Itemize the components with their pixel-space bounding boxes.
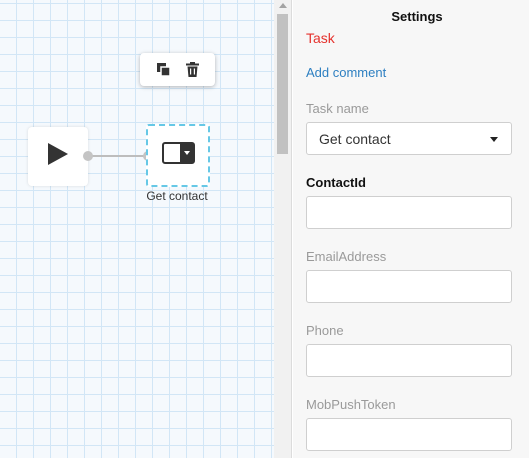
emailaddress-label: EmailAddress [306, 249, 387, 264]
trash-icon[interactable] [185, 62, 200, 78]
output-port[interactable] [83, 151, 93, 161]
play-icon [47, 142, 69, 171]
emailaddress-input[interactable] [306, 270, 512, 303]
task-name-value: Get contact [319, 130, 391, 147]
phone-label: Phone [306, 323, 344, 338]
panel-title: Settings [391, 9, 443, 24]
task-name-label: Task name [306, 101, 369, 116]
connector-line [88, 155, 148, 157]
contactid-label: ContactId [306, 175, 366, 190]
workflow-canvas[interactable]: Get contact [0, 0, 274, 458]
mobpushtoken-label: MobPushToken [306, 397, 396, 412]
scroll-thumb[interactable] [277, 14, 288, 154]
copy-icon[interactable] [156, 62, 171, 78]
canvas-scrollbar[interactable] [274, 0, 292, 458]
task-dropdown-icon [161, 142, 195, 169]
add-comment-link[interactable]: Add comment [306, 65, 512, 80]
task-name-select[interactable]: Get contact [306, 122, 512, 155]
chevron-down-icon [490, 137, 498, 142]
node-toolbar [140, 53, 215, 86]
contactid-input[interactable] [306, 196, 512, 229]
mobpushtoken-input[interactable] [306, 418, 512, 451]
task-node-get-contact[interactable] [146, 124, 210, 187]
task-node-label: Get contact [146, 189, 208, 203]
scroll-up-icon[interactable] [279, 3, 287, 8]
start-node[interactable] [28, 127, 88, 186]
settings-panel: Settings Task Add comment Task name Get … [293, 0, 529, 458]
task-type-label: Task [306, 30, 335, 46]
phone-input[interactable] [306, 344, 512, 377]
